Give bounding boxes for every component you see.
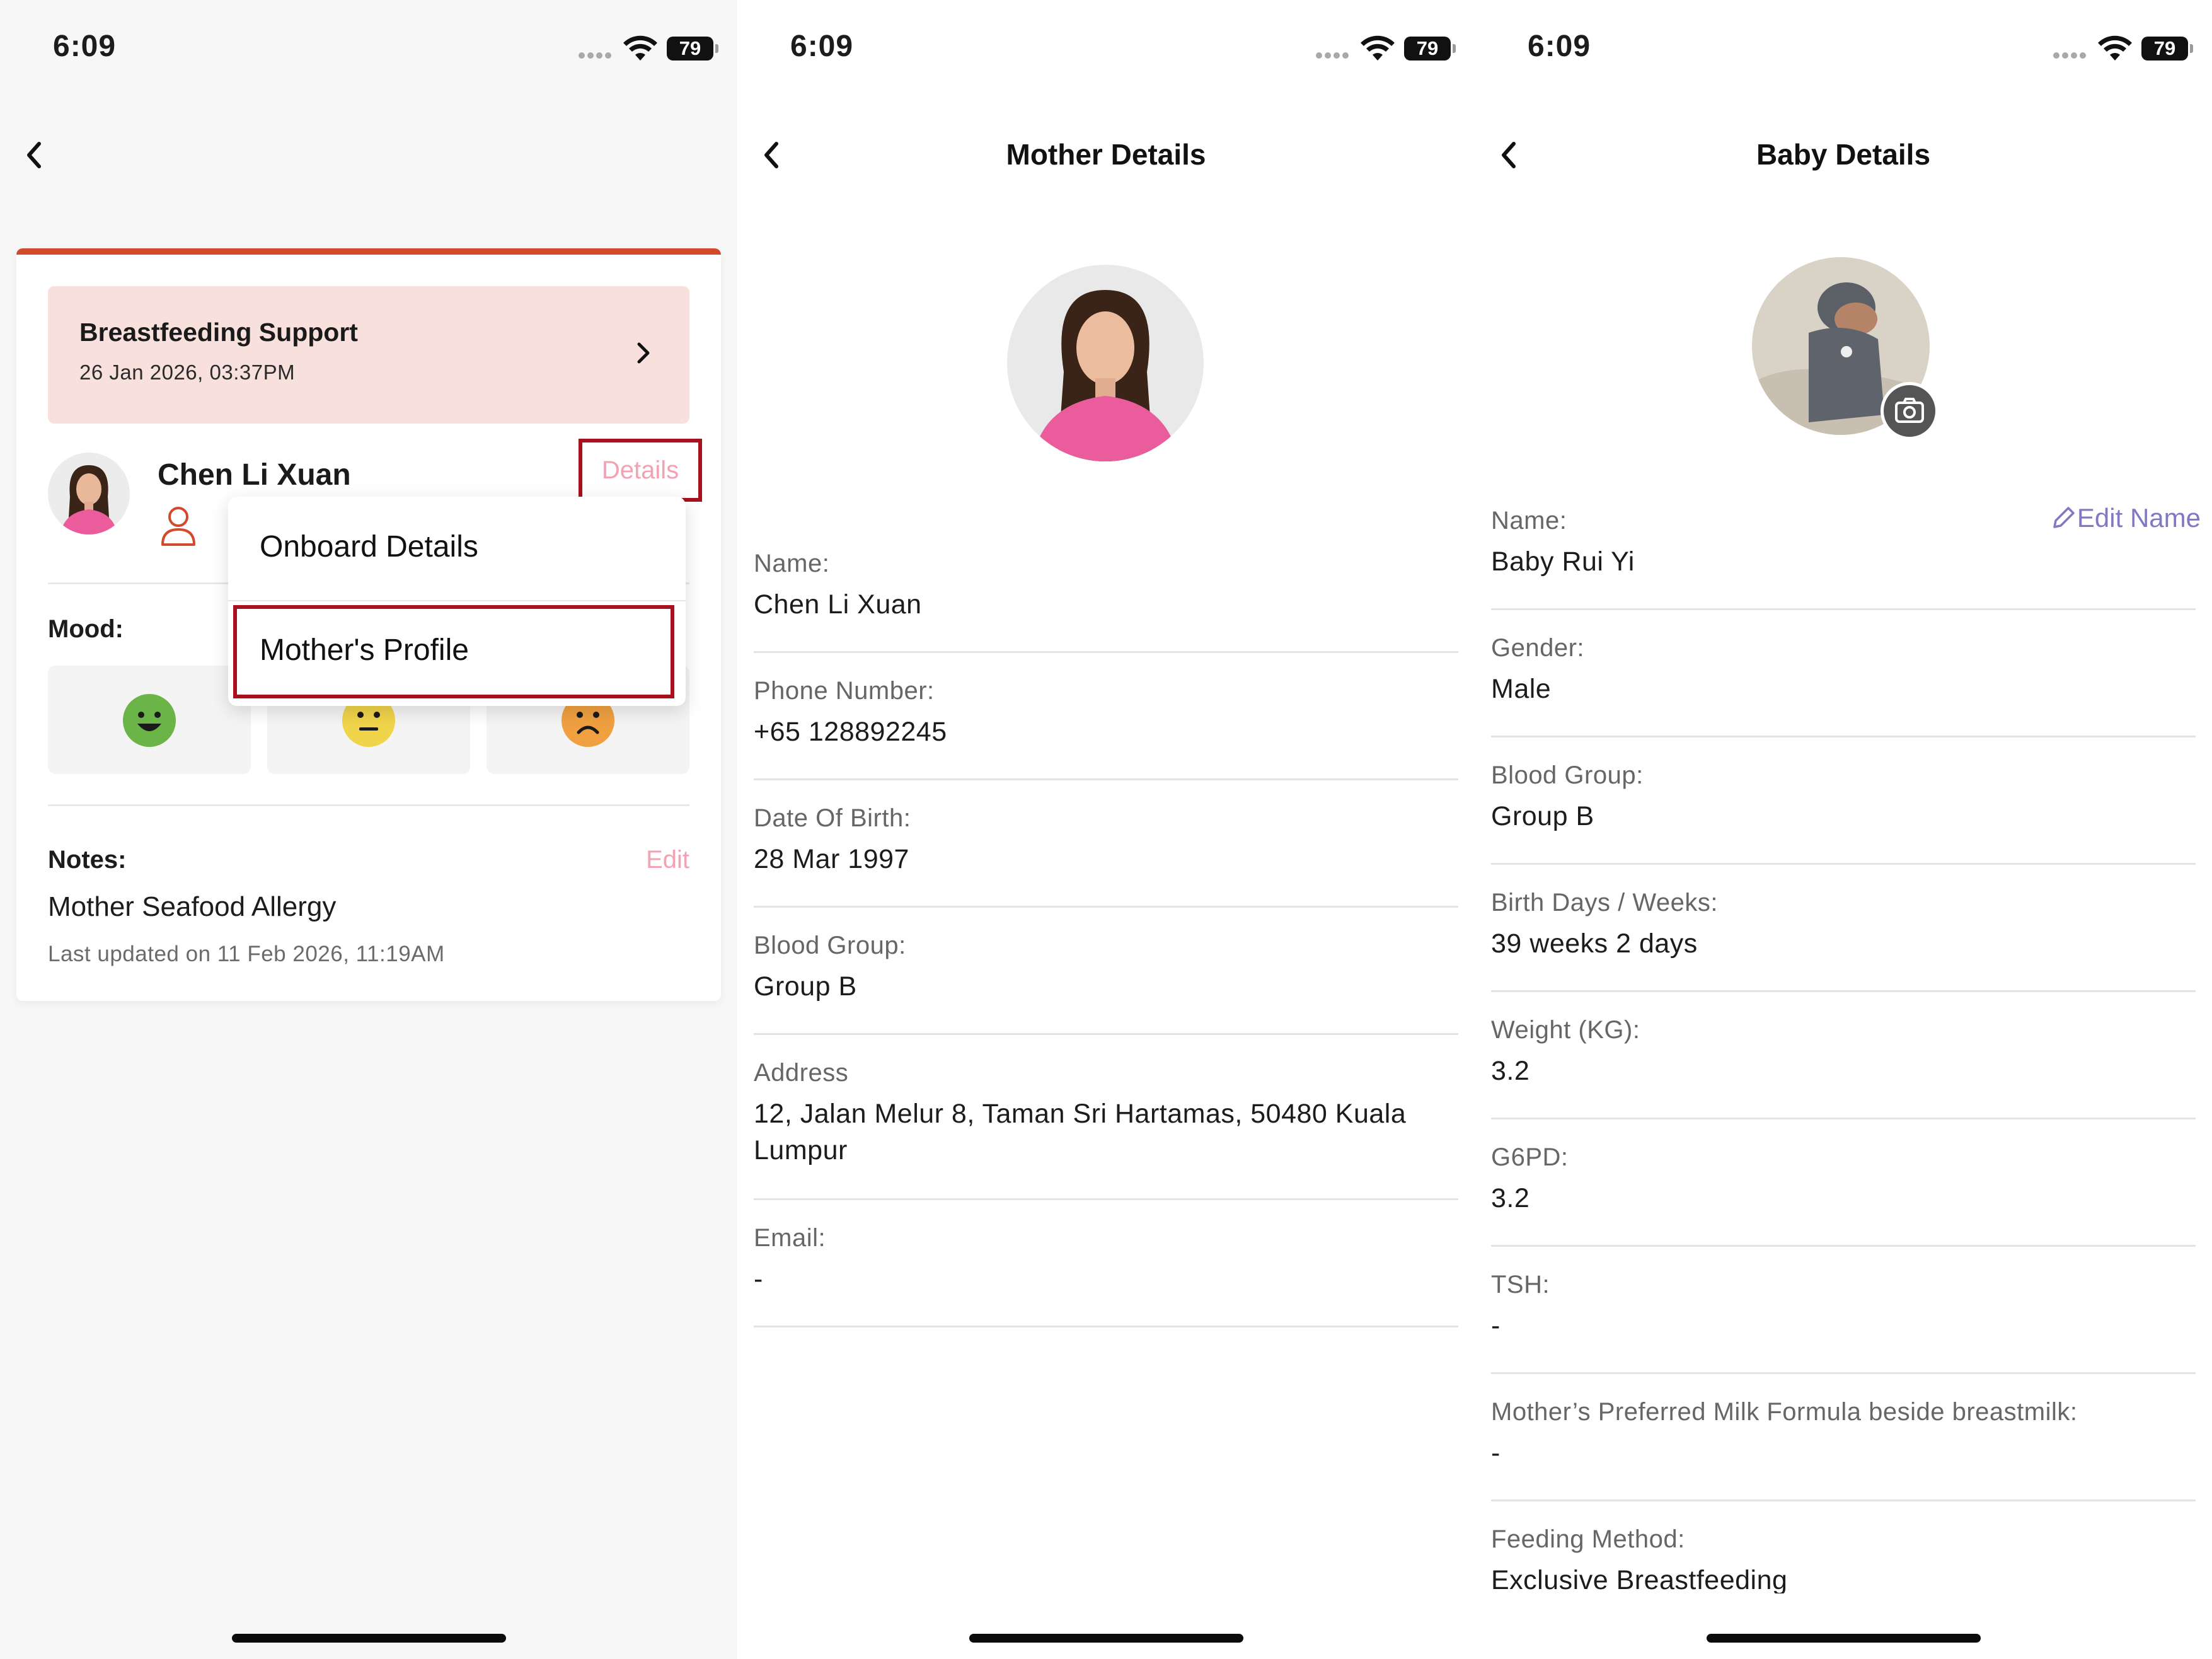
field-label: Gender: <box>1491 634 1585 662</box>
field-label: G6PD: <box>1491 1143 1569 1171</box>
status-time: 6:09 <box>790 30 854 63</box>
field-phone: Phone Number: +65 128892245 <box>754 673 1458 780</box>
field-label: Name: <box>754 550 830 577</box>
status-time: 6:09 <box>53 30 117 63</box>
wifi-icon <box>2098 35 2132 61</box>
mood-happy-button[interactable] <box>48 666 251 774</box>
battery-icon: 79 <box>667 37 718 61</box>
field-value: 3.2 <box>1491 1056 1530 1086</box>
field-label: Weight (KG): <box>1491 1016 1640 1044</box>
divider <box>48 804 689 806</box>
field-label: Date Of Birth: <box>754 804 911 832</box>
field-name: Name: Chen Li Xuan <box>754 546 1458 653</box>
happy-face-icon <box>123 694 176 747</box>
field-value: Baby Rui Yi <box>1491 546 1635 577</box>
scroll-clip-area <box>1475 1593 2212 1659</box>
field-weight: Weight (KG): 3.2 <box>1491 1012 2196 1119</box>
field-label: Birth Days / Weeks: <box>1491 889 1718 916</box>
battery-icon: 79 <box>2141 37 2193 61</box>
person-icon <box>161 507 195 546</box>
onboard-details-menu-item[interactable]: Onboard Details <box>260 529 478 564</box>
field-value: 3.2 <box>1491 1183 1530 1213</box>
field-tsh: TSH: - <box>1491 1267 2196 1374</box>
field-label: Feeding Method: <box>1491 1525 1685 1553</box>
mother-name: Chen Li Xuan <box>158 458 351 492</box>
notes-edit-link[interactable]: Edit <box>646 846 689 874</box>
field-label: Phone Number: <box>754 677 935 705</box>
session-date: 26 Jan 2026, 03:37PM <box>79 361 296 384</box>
details-link[interactable]: Details <box>579 439 702 502</box>
field-baby-blood-group: Blood Group: Group B <box>1491 758 2196 865</box>
mood-label: Mood: <box>48 615 124 643</box>
field-label: TSH: <box>1491 1271 1550 1298</box>
field-label: Name: <box>1491 507 1567 535</box>
field-label: Blood Group: <box>1491 761 1644 789</box>
field-dob: Date Of Birth: 28 Mar 1997 <box>754 801 1458 908</box>
field-address: Address 12, Jalan Melur 8, Taman Sri Har… <box>754 1055 1458 1200</box>
field-label: Address <box>754 1059 849 1087</box>
field-value: +65 128892245 <box>754 717 947 747</box>
menu-divider <box>228 600 686 601</box>
field-value: Lumpur <box>754 1135 848 1165</box>
field-value: Chen Li Xuan <box>754 589 922 620</box>
status-time: 6:09 <box>1528 30 1591 63</box>
signal-icon <box>579 50 616 59</box>
notes-text: Mother Seafood Allergy <box>48 891 337 922</box>
field-label: Email: <box>754 1224 826 1252</box>
field-value: Group B <box>754 971 857 1002</box>
mother-avatar <box>48 453 130 535</box>
field-birth-weeks: Birth Days / Weeks: 39 weeks 2 days <box>1491 885 2196 992</box>
field-gender: Gender: Male <box>1491 630 2196 737</box>
signal-icon <box>1316 50 1354 59</box>
field-value: - <box>1491 1310 1501 1341</box>
session-detail-screen: 6:09 79 Breastfeeding Support 26 Jan 202… <box>0 0 737 1659</box>
battery-icon: 79 <box>1404 37 1456 61</box>
field-g6pd: G6PD: 3.2 <box>1491 1140 2196 1247</box>
session-title: Breastfeeding Support <box>79 318 358 347</box>
page-title: Baby Details <box>1756 138 1931 171</box>
field-label: Mother’s Preferred Milk Formula beside b… <box>1491 1398 2078 1426</box>
wifi-icon <box>1361 35 1395 61</box>
field-value: 12, Jalan Melur 8, Taman Sri Hartamas, 5… <box>754 1099 1407 1129</box>
mother-profile-photo <box>1007 265 1204 461</box>
field-baby-name: Name: Baby Rui Yi <box>1491 503 2196 610</box>
field-email: Email: - <box>754 1220 1458 1327</box>
baby-details-screen: 6:09 79 Baby Details Edit Name Name: Bab… <box>1475 0 2212 1659</box>
mothers-profile-menu-item[interactable]: Mother's Profile <box>233 605 674 698</box>
field-label: Blood Group: <box>754 932 906 959</box>
field-value: Group B <box>1491 801 1594 831</box>
field-value: Male <box>1491 674 1552 704</box>
signal-icon <box>2053 50 2091 59</box>
page-title: Mother Details <box>1006 138 1206 171</box>
back-chevron-icon[interactable] <box>21 137 47 173</box>
notes-updated: Last updated on 11 Feb 2026, 11:19AM <box>48 942 445 966</box>
mother-details-screen: 6:09 79 Mother Details Name: Chen Li Xua… <box>737 0 1475 1659</box>
details-dropdown-menu: Onboard Details Mother's Profile <box>228 497 686 706</box>
home-indicator <box>969 1634 1243 1643</box>
camera-icon[interactable] <box>1881 382 1938 440</box>
notes-label: Notes: <box>48 846 127 874</box>
field-preferred-formula: Mother’s Preferred Milk Formula beside b… <box>1491 1394 2196 1501</box>
home-indicator <box>1707 1634 1981 1643</box>
home-indicator <box>232 1634 506 1643</box>
chevron-right-icon <box>637 342 650 364</box>
field-value: 28 Mar 1997 <box>754 844 909 874</box>
field-value: 39 weeks 2 days <box>1491 928 1698 959</box>
field-blood-group: Blood Group: Group B <box>754 928 1458 1035</box>
field-value: - <box>754 1264 763 1294</box>
field-value: - <box>1491 1438 1501 1468</box>
wifi-icon <box>623 35 657 61</box>
session-banner[interactable]: Breastfeeding Support 26 Jan 2026, 03:37… <box>48 286 689 424</box>
